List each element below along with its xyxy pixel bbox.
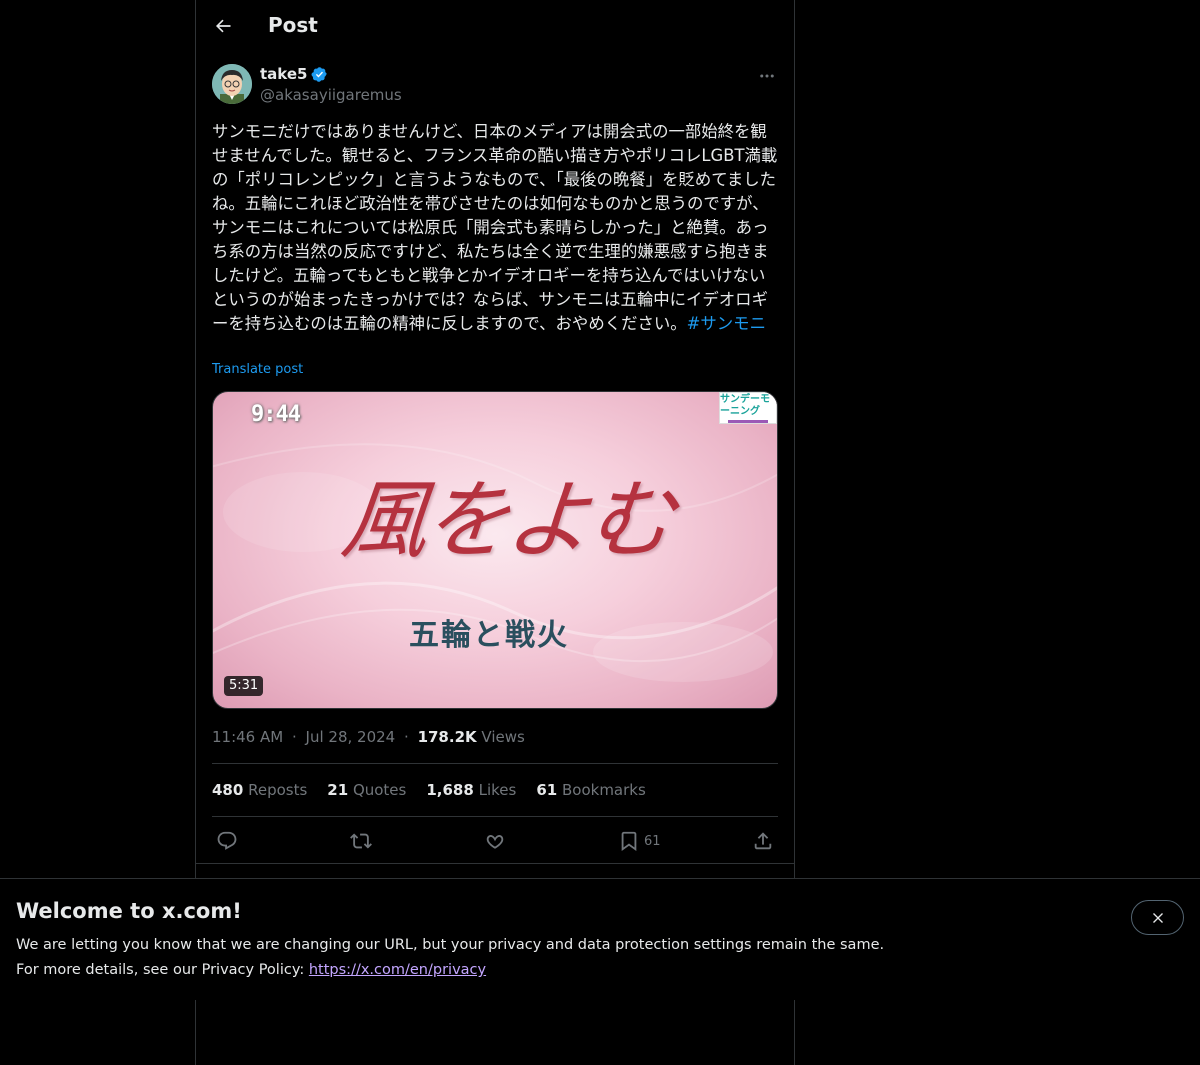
close-banner-button[interactable] [1131, 900, 1184, 935]
author-display-name: take5 [260, 65, 308, 83]
engagement-stats: 480 Reposts 21 Quotes 1,688 Likes 61 Boo… [212, 781, 646, 799]
bookmark-icon [621, 831, 637, 852]
channel-logo: サンデーモーニング [719, 392, 777, 424]
views-label: Views [481, 728, 525, 746]
meta-separator: · [291, 728, 297, 746]
repost-button[interactable] [350, 828, 372, 854]
banner-message: We are letting you know that we are chan… [16, 937, 885, 953]
banner-details-text: For more details, see our Privacy Policy… [16, 962, 309, 978]
divider [212, 816, 778, 817]
video-clock: 9:44 [251, 402, 301, 427]
bookmarks-stat[interactable]: 61 Bookmarks [536, 781, 645, 799]
verified-badge-icon [312, 66, 328, 82]
privacy-policy-link[interactable]: https://x.com/en/privacy [309, 962, 486, 978]
likes-label: Likes [478, 781, 517, 799]
channel-logo-text: サンデーモーニング [720, 393, 770, 417]
like-icon [486, 835, 504, 849]
video-player[interactable]: 9:44 サンデーモーニング 風をよむ 五輪と戦火 5:31 [212, 391, 778, 709]
reposts-stat[interactable]: 480 Reposts [212, 781, 307, 799]
quotes-stat[interactable]: 21 Quotes [327, 781, 406, 799]
video-title: 風をよむ [336, 471, 676, 571]
likes-stat[interactable]: 1,688 Likes [426, 781, 516, 799]
translate-post-link[interactable]: Translate post [212, 362, 303, 377]
likes-count: 1,688 [426, 781, 474, 799]
quotes-label: Quotes [352, 781, 407, 799]
divider [196, 863, 794, 864]
more-button[interactable] [756, 66, 778, 86]
like-button[interactable] [484, 828, 506, 854]
reposts-label: Reposts [248, 781, 308, 799]
post-time[interactable]: 11:46 AM [212, 728, 283, 746]
back-button[interactable] [208, 11, 238, 41]
share-button[interactable] [752, 828, 774, 854]
avatar[interactable] [212, 64, 252, 104]
bookmark-button[interactable]: 61 [618, 828, 661, 854]
bookmarks-count: 61 [536, 781, 558, 799]
page-header: Post [196, 0, 794, 53]
more-icon [760, 74, 774, 78]
action-bar: 61 [212, 828, 778, 854]
reply-button[interactable] [216, 828, 238, 854]
author-handle[interactable]: @akasayiigaremus [260, 85, 402, 105]
close-icon [1152, 912, 1163, 923]
reply-icon [217, 831, 237, 850]
post-body: サンモニだけではありませんけど、日本のメディアは開会式の一部始終を観せませんでし… [212, 122, 778, 333]
share-icon [754, 832, 772, 850]
page-title: Post [268, 13, 318, 37]
author-info: take5 @akasayiigaremus [260, 64, 402, 105]
post-meta: 11:46 AM · Jul 28, 2024 · 178.2K Views [212, 728, 525, 746]
quotes-count: 21 [327, 781, 349, 799]
bookmark-count: 61 [644, 833, 661, 849]
meta-separator: · [404, 728, 409, 746]
video-subtitle: 五輪と戦火 [409, 618, 569, 653]
avatar-image [212, 64, 252, 104]
post-date[interactable]: Jul 28, 2024 [306, 728, 396, 746]
author-name[interactable]: take5 [260, 64, 328, 84]
repost-icon [350, 833, 372, 849]
views-count: 178.2K [417, 728, 477, 746]
bookmarks-label: Bookmarks [561, 781, 646, 799]
hashtag-link[interactable]: #サンモニ [687, 314, 766, 333]
banner-title: Welcome to x.com! [16, 899, 242, 923]
back-arrow-icon [216, 19, 231, 33]
divider [212, 763, 778, 764]
welcome-banner: Welcome to x.com! We are letting you kno… [0, 878, 1200, 1000]
channel-logo-bar [728, 419, 768, 423]
reposts-count: 480 [212, 781, 244, 799]
video-duration: 5:31 [224, 676, 264, 696]
post-text: サンモニだけではありませんけど、日本のメディアは開会式の一部始終を観せませんでし… [212, 120, 778, 336]
banner-details: For more details, see our Privacy Policy… [16, 962, 486, 978]
